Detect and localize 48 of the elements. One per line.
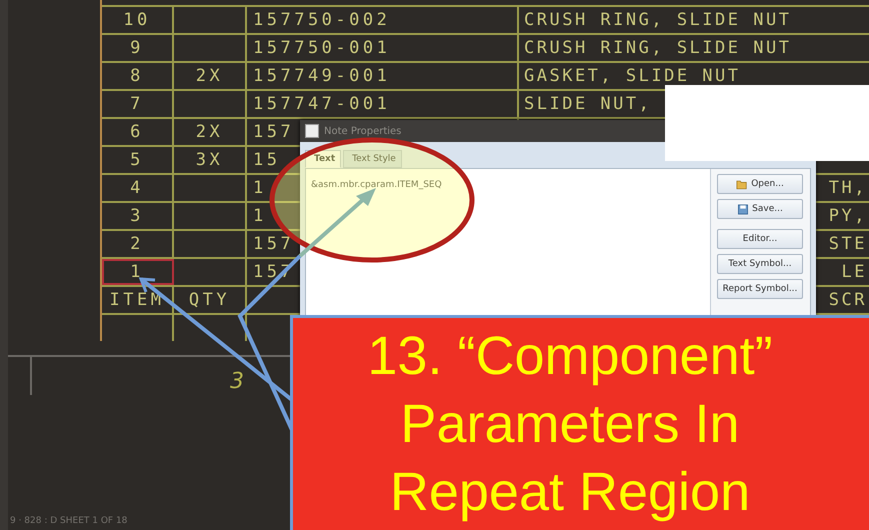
table-cell: 157747-001 <box>253 94 390 114</box>
table-cell: 7 <box>130 94 144 114</box>
note-text-field[interactable]: &asm.mbr.cparam.ITEM_SEQ <box>306 169 711 316</box>
table-cell: 2 <box>130 234 144 254</box>
column-header: SCR <box>828 290 868 310</box>
table-cell: 1 <box>253 206 267 226</box>
table-cell: 157749-001 <box>253 66 390 86</box>
table-cell: CRUSH RING, SLIDE NUT <box>524 10 792 30</box>
dialog-button[interactable]: Open... <box>717 174 803 194</box>
callout-text: Repeat Region <box>390 461 750 524</box>
dialog-button[interactable]: Report Symbol... <box>717 279 803 299</box>
table-cell: 157 <box>253 122 294 142</box>
table-cell: 6 <box>130 122 144 142</box>
table-cell-text: PY, <box>828 206 868 226</box>
status-text: 9 · 828 : D SHEET 1 OF 18 <box>10 516 128 526</box>
table-cell: 1 <box>253 178 267 198</box>
table-cell: 8 <box>130 66 144 86</box>
table-cell: SLIDE NUT, <box>524 94 652 114</box>
folder-icon <box>736 178 748 190</box>
table-cell-text: LE <box>842 262 868 282</box>
tab[interactable]: Text <box>305 150 342 168</box>
dialog-button[interactable]: Editor... <box>717 229 803 249</box>
table-cell-text: TH, <box>828 178 868 198</box>
callout-text: 13. “Component” <box>367 325 773 388</box>
table-cell: 2X <box>196 66 224 86</box>
dialog-button[interactable]: Text Symbol... <box>717 254 803 274</box>
table-cell: GASKET, SLIDE NUT <box>524 66 740 86</box>
sheet-number: 3 <box>230 369 244 394</box>
dialog-button[interactable]: Save... <box>717 199 803 219</box>
table-cell-text: STE <box>828 234 868 254</box>
table-cell: 9 <box>130 38 144 58</box>
window-icon <box>305 124 319 138</box>
table-cell: 3X <box>196 150 224 170</box>
table-cell: 4 <box>130 178 144 198</box>
table-cell: 15 <box>253 150 280 170</box>
column-header: QTY <box>188 290 230 310</box>
table-cell: CRUSH RING, SLIDE NUT <box>524 38 792 58</box>
table-cell: 157750-002 <box>253 10 390 30</box>
window-title: Note Properties <box>324 126 402 136</box>
table-cell: 2X <box>196 122 224 142</box>
table-cell: 10 <box>123 10 151 30</box>
table-cell: 1 <box>130 262 144 282</box>
table-cell: 5 <box>130 150 144 170</box>
table-cell: 157 <box>253 234 294 254</box>
column-header: ITEM <box>110 290 164 310</box>
callout-text: Parameters In <box>400 393 740 456</box>
table-cell: 157750-001 <box>253 38 390 58</box>
table-cell: 3 <box>130 206 144 226</box>
